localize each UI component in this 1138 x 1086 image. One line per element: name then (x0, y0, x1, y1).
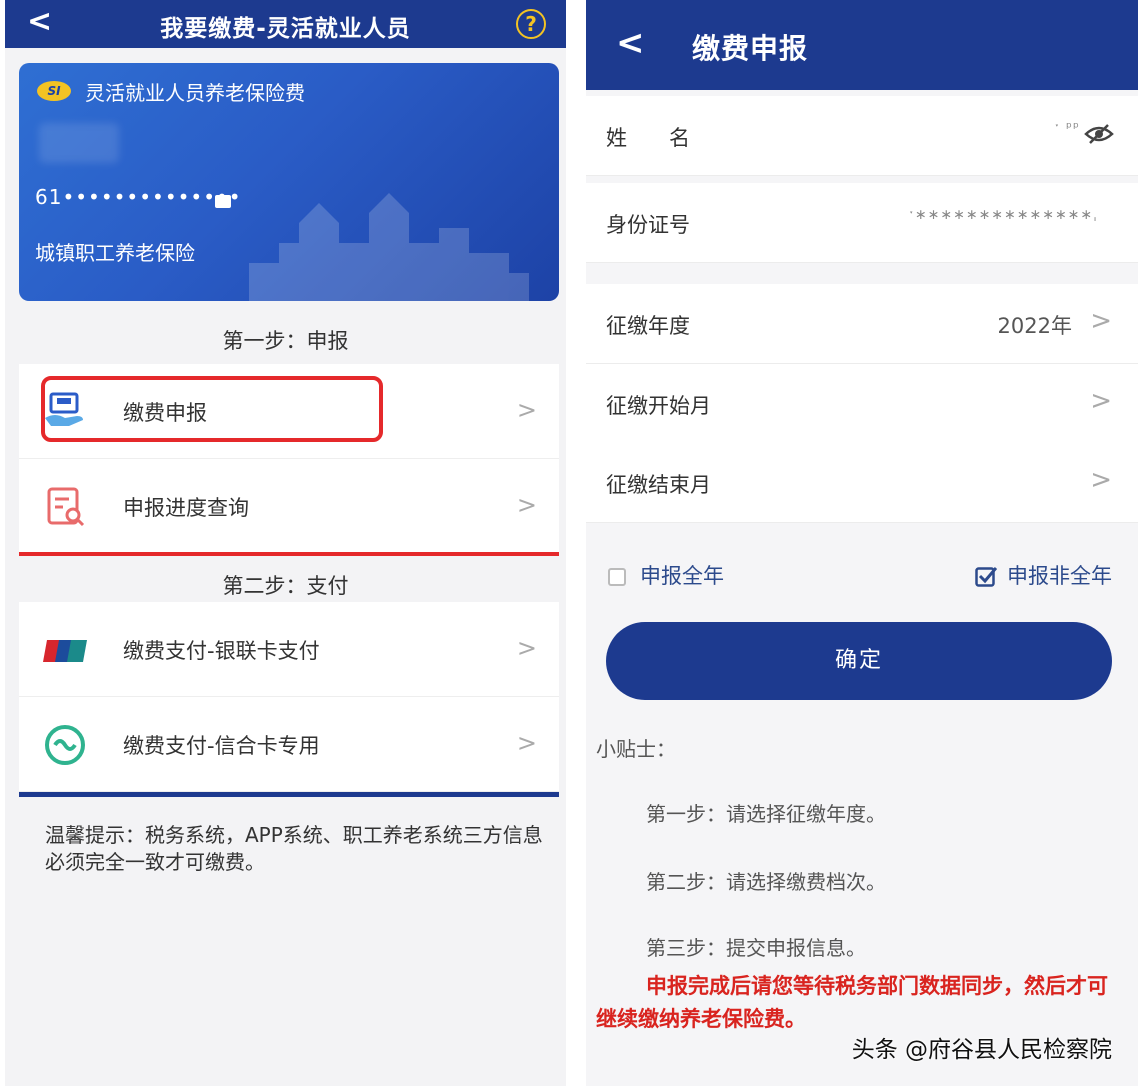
page-title: 我要缴费-灵活就业人员 (160, 16, 411, 42)
field-label: 身份证号 (606, 213, 690, 237)
chevron-right-icon: > (516, 634, 537, 662)
option-partial-year[interactable]: 申报非全年 (975, 560, 1112, 590)
field-value: ˑ ᵖᵖ (1054, 120, 1080, 136)
document-search-icon (47, 487, 85, 527)
chevron-right-icon: > (1090, 465, 1112, 495)
list-item-label: 申报进度查询 (123, 496, 249, 520)
option-label: 申报非全年 (1007, 564, 1112, 588)
list-item-label: 缴费申报 (123, 401, 207, 425)
step1-heading: 第一步：申报 (222, 329, 349, 353)
field-value: 2022年 (997, 314, 1072, 338)
step2-divider (19, 792, 559, 797)
list-item-rural-credit[interactable]: 缴费支付-信合卡专用 > (19, 697, 559, 792)
left-screen: < 我要缴费-灵活就业人员 ? SI 灵活就业人员养老保险费 61•••••••… (5, 0, 566, 1086)
step2-heading: 第二步：支付 (222, 574, 349, 598)
card-title: 灵活就业人员养老保险费 (85, 81, 305, 105)
help-icon[interactable]: ? (516, 9, 546, 39)
list-item-label: 缴费支付-银联卡支付 (123, 639, 320, 663)
list-item-progress-query[interactable]: 申报进度查询 > (19, 459, 559, 554)
header-bar: < 缴费申报 (586, 0, 1138, 90)
payment-declare-icon (45, 392, 83, 426)
step2-list: 缴费支付-银联卡支付 > 缴费支付-信合卡专用 > (19, 602, 559, 792)
unionpay-icon (43, 640, 87, 662)
field-start-month[interactable]: 征缴开始月 > (586, 364, 1138, 444)
list-item-payment-declare[interactable]: 缴费申报 > (19, 364, 559, 459)
card-insurance-type: 城镇职工养老保险 (35, 241, 195, 265)
back-button[interactable]: < (616, 26, 645, 60)
social-security-logo: SI (37, 81, 71, 101)
chevron-right-icon: > (516, 396, 537, 424)
tips-notice: 申报完成后请您等待税务部门数据同步，然后才可继续缴纳养老保险费。 (596, 974, 1108, 1031)
header-bar: < 我要缴费-灵活就业人员 ? (5, 0, 566, 48)
confirm-button[interactable]: 确定 (606, 622, 1112, 700)
page-title: 缴费申报 (692, 32, 809, 65)
warm-tip: 温馨提示：税务系统，APP系统、职工养老系统三方信息必须完全一致才可缴费。 (45, 823, 543, 874)
card-id-number: 61•••••••••••••• (35, 185, 242, 209)
field-label: 征缴结束月 (606, 473, 711, 497)
chevron-right-icon: > (516, 729, 537, 757)
skyline-decoration (249, 193, 529, 301)
tips-step3: 第三步：提交申报信息。 (646, 936, 866, 960)
checkbox-checked-icon (975, 567, 997, 587)
blurred-name (39, 123, 119, 163)
option-full-year[interactable]: 申报全年 (608, 560, 724, 590)
field-name: 姓 名 ˑ ᵖᵖ (586, 96, 1138, 176)
step1-divider (19, 552, 559, 556)
checkbox-empty-icon (608, 568, 626, 586)
chevron-right-icon: > (516, 491, 537, 519)
insurance-card[interactable]: SI 灵活就业人员养老保险费 61•••••••••••••• 城镇职工养老保险 (19, 63, 559, 301)
field-value: ˑ∗∗∗∗∗∗∗∗∗∗∗∗∗∗ˌ (909, 207, 1098, 223)
field-label: 征缴年度 (606, 314, 690, 338)
step1-list: 缴费申报 > 申报进度查询 > (19, 364, 559, 554)
list-item-unionpay[interactable]: 缴费支付-银联卡支付 > (19, 602, 559, 697)
field-year[interactable]: 征缴年度 2022年 > (586, 284, 1138, 364)
field-id-number: 身份证号 ˑ∗∗∗∗∗∗∗∗∗∗∗∗∗∗ˌ (586, 183, 1138, 263)
field-label: 征缴开始月 (606, 394, 711, 418)
eye-hidden-icon[interactable] (1084, 124, 1114, 144)
field-end-month[interactable]: 征缴结束月 > (586, 443, 1138, 523)
chevron-right-icon: > (1090, 306, 1112, 336)
rural-credit-icon (45, 725, 85, 765)
field-label: 姓 名 (606, 126, 690, 150)
right-screen: < 缴费申报 姓 名 ˑ ᵖᵖ 身份证号 ˑ∗∗∗∗∗∗∗∗∗∗∗∗∗∗ˌ 征缴… (586, 0, 1138, 1086)
chevron-right-icon: > (1090, 386, 1112, 416)
list-item-label: 缴费支付-信合卡专用 (123, 734, 320, 758)
option-label: 申报全年 (640, 564, 724, 588)
tips-step2: 第二步：请选择缴费档次。 (646, 870, 886, 894)
highlight-box (41, 376, 383, 442)
tips-step1: 第一步：请选择征缴年度。 (646, 802, 886, 826)
tips-title: 小贴士： (596, 737, 676, 761)
chat-bubble-icon (215, 195, 231, 208)
watermark: 头条 @府谷县人民检察院 (851, 1037, 1112, 1063)
